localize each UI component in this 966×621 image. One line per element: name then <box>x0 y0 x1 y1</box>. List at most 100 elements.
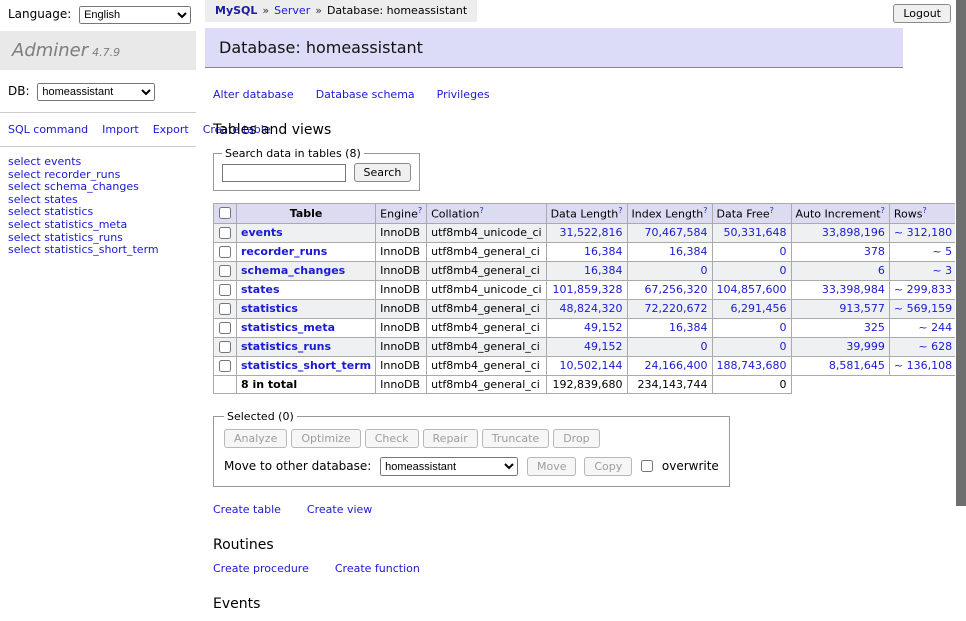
data-free-link[interactable]: 188,743,680 <box>717 359 787 372</box>
table-link[interactable]: statistics_short_term <box>44 243 158 256</box>
index-length-link[interactable]: 0 <box>701 264 708 277</box>
database-nav-link[interactable]: Database schema <box>316 88 415 101</box>
data-free-link[interactable]: 0 <box>780 340 787 353</box>
auto-increment-link[interactable]: 8,581,645 <box>829 359 885 372</box>
help-icon[interactable]: ? <box>881 206 885 215</box>
table-name-link[interactable]: recorder_runs <box>241 245 327 258</box>
row-checkbox[interactable] <box>219 341 231 353</box>
bulk-action-button[interactable]: Analyze <box>224 429 287 448</box>
table-link[interactable]: statistics_meta <box>44 218 127 231</box>
table-link[interactable]: states <box>44 193 78 206</box>
select-link[interactable]: select <box>8 243 41 256</box>
rows-count-link[interactable]: ~ 244 <box>918 321 952 334</box>
data-length-link[interactable]: 101,859,328 <box>553 283 623 296</box>
move-database-select[interactable]: homeassistant <box>380 457 518 476</box>
search-input[interactable] <box>222 164 346 182</box>
db-select[interactable]: homeassistant <box>37 83 155 101</box>
select-link[interactable]: select <box>8 155 41 168</box>
row-checkbox[interactable] <box>219 265 231 277</box>
data-free-link[interactable]: 0 <box>780 245 787 258</box>
database-nav-link[interactable]: Privileges <box>437 88 490 101</box>
data-free-link[interactable]: 0 <box>780 321 787 334</box>
table-link[interactable]: schema_changes <box>44 180 139 193</box>
index-length-link[interactable]: 16,384 <box>669 321 708 334</box>
select-link[interactable]: select <box>8 218 41 231</box>
create-link[interactable]: Create view <box>307 503 372 516</box>
breadcrumb-server-link[interactable]: Server <box>274 4 310 17</box>
table-link[interactable]: recorder_runs <box>44 168 120 181</box>
index-length-link[interactable]: 72,220,672 <box>645 302 708 315</box>
help-icon[interactable]: ? <box>418 206 422 215</box>
help-icon[interactable]: ? <box>479 206 483 215</box>
auto-increment-link[interactable]: 6 <box>878 264 885 277</box>
auto-increment-link[interactable]: 913,577 <box>839 302 885 315</box>
rows-count-link[interactable]: ~ 3 <box>932 264 952 277</box>
breadcrumb-mysql-link[interactable]: MySQL <box>215 4 257 17</box>
index-length-link[interactable]: 67,256,320 <box>645 283 708 296</box>
data-length-link[interactable]: 49,152 <box>584 340 623 353</box>
overwrite-label[interactable]: overwrite <box>662 459 719 473</box>
table-name-link[interactable]: events <box>241 226 283 239</box>
data-length-link[interactable]: 16,384 <box>584 264 623 277</box>
row-checkbox[interactable] <box>219 246 231 258</box>
rows-count-link[interactable]: ~ 299,833 <box>894 283 952 296</box>
data-length-link[interactable]: 16,384 <box>584 245 623 258</box>
sidebar-action-link[interactable]: SQL command <box>8 123 88 136</box>
select-link[interactable]: select <box>8 168 41 181</box>
scrollbar-thumb[interactable] <box>956 0 966 506</box>
table-name-link[interactable]: statistics_meta <box>241 321 335 334</box>
auto-increment-link[interactable]: 33,898,196 <box>822 226 885 239</box>
index-length-link[interactable]: 24,166,400 <box>645 359 708 372</box>
copy-button[interactable]: Copy <box>584 457 632 476</box>
auto-increment-link[interactable]: 33,398,984 <box>822 283 885 296</box>
table-name-link[interactable]: states <box>241 283 280 296</box>
help-icon[interactable]: ? <box>770 206 774 215</box>
select-link[interactable]: select <box>8 231 41 244</box>
data-length-link[interactable]: 10,502,144 <box>560 359 623 372</box>
rows-count-link[interactable]: ~ 628 <box>918 340 952 353</box>
auto-increment-link[interactable]: 325 <box>864 321 885 334</box>
rows-count-link[interactable]: ~ 569,159 <box>894 302 952 315</box>
search-button[interactable]: Search <box>354 163 412 182</box>
help-icon[interactable]: ? <box>703 206 707 215</box>
index-length-link[interactable]: 70,467,584 <box>645 226 708 239</box>
database-nav-link[interactable]: Alter database <box>213 88 294 101</box>
select-all-checkbox[interactable] <box>219 207 231 219</box>
logout-button[interactable]: Logout <box>893 4 951 23</box>
data-free-link[interactable]: 104,857,600 <box>717 283 787 296</box>
table-name-link[interactable]: schema_changes <box>241 264 345 277</box>
language-select[interactable]: English <box>79 6 191 24</box>
select-link[interactable]: select <box>8 205 41 218</box>
table-link[interactable]: statistics_runs <box>44 231 123 244</box>
table-name-link[interactable]: statistics_short_term <box>241 359 371 372</box>
data-free-link[interactable]: 0 <box>780 264 787 277</box>
row-checkbox[interactable] <box>219 303 231 315</box>
data-free-link[interactable]: 6,291,456 <box>731 302 787 315</box>
bulk-action-button[interactable]: Truncate <box>482 429 549 448</box>
routine-create-link[interactable]: Create procedure <box>213 562 309 575</box>
rows-count-link[interactable]: ~ 136,108 <box>894 359 952 372</box>
row-checkbox[interactable] <box>219 322 231 334</box>
sidebar-action-link[interactable]: Import <box>102 123 139 136</box>
help-icon[interactable]: ? <box>618 206 622 215</box>
table-link[interactable]: events <box>44 155 81 168</box>
index-length-link[interactable]: 0 <box>701 340 708 353</box>
data-length-link[interactable]: 48,824,320 <box>560 302 623 315</box>
select-link[interactable]: select <box>8 193 41 206</box>
row-checkbox[interactable] <box>219 284 231 296</box>
bulk-action-button[interactable]: Optimize <box>291 429 360 448</box>
data-length-link[interactable]: 49,152 <box>584 321 623 334</box>
row-checkbox[interactable] <box>219 227 231 239</box>
overwrite-checkbox[interactable] <box>641 460 653 472</box>
routine-create-link[interactable]: Create function <box>335 562 420 575</box>
rows-count-link[interactable]: ~ 312,180 <box>894 226 952 239</box>
auto-increment-link[interactable]: 378 <box>864 245 885 258</box>
bulk-action-button[interactable]: Check <box>365 429 419 448</box>
bulk-action-button[interactable]: Repair <box>423 429 478 448</box>
select-link[interactable]: select <box>8 180 41 193</box>
data-free-link[interactable]: 50,331,648 <box>724 226 787 239</box>
index-length-link[interactable]: 16,384 <box>669 245 708 258</box>
rows-count-link[interactable]: ~ 5 <box>932 245 952 258</box>
table-name-link[interactable]: statistics_runs <box>241 340 331 353</box>
row-checkbox[interactable] <box>219 360 231 372</box>
